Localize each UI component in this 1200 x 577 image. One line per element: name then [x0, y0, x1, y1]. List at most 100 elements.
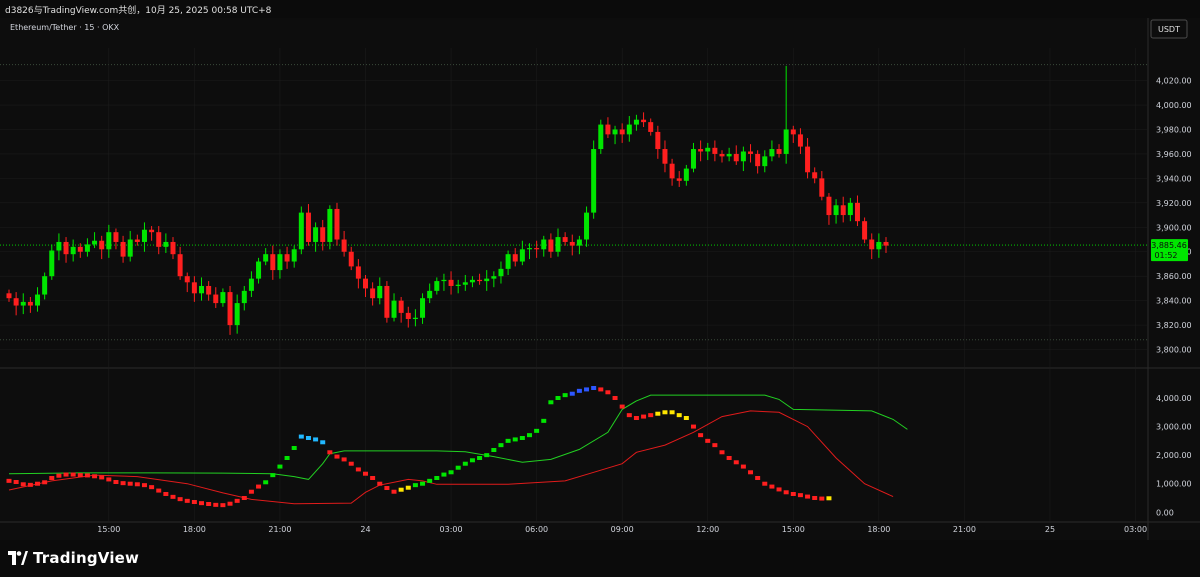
indicator-block — [740, 464, 746, 469]
indicator-block — [441, 472, 447, 477]
candle-body — [719, 153, 725, 157]
candle-body — [355, 266, 361, 279]
candle-body — [370, 288, 376, 299]
indicator-block — [70, 472, 76, 477]
candle-body — [149, 229, 155, 233]
candle-body — [512, 254, 518, 262]
indicator-block — [619, 404, 625, 409]
candle-body — [748, 151, 754, 154]
candle-body — [733, 153, 739, 162]
indicator-block — [84, 473, 90, 478]
time-tick-label: 03:00 — [440, 525, 463, 534]
indicator-block — [391, 489, 397, 494]
indicator-block — [270, 473, 276, 478]
candle-body — [63, 241, 69, 255]
candle-body — [755, 153, 761, 167]
candle-body — [270, 254, 276, 271]
currency-label: USDT — [1158, 25, 1180, 34]
candle-body — [641, 119, 647, 123]
indicator-block — [534, 428, 540, 433]
candle-body — [869, 239, 875, 250]
indicator-block — [826, 496, 832, 501]
indicator-block — [555, 396, 561, 400]
candle-body — [655, 131, 661, 150]
indicator-block — [113, 480, 119, 484]
price-tick-label: 4,000.00 — [1156, 101, 1192, 110]
candle-body — [740, 151, 746, 162]
candle-body — [776, 149, 782, 154]
indicator-block — [377, 481, 383, 486]
candle-body — [291, 249, 297, 262]
candle-body — [591, 149, 597, 213]
indicator-block — [683, 416, 689, 420]
indicator-block — [562, 393, 568, 398]
currency-button[interactable]: USDT — [1150, 19, 1188, 39]
candle-body — [819, 178, 825, 197]
indicator-block — [92, 474, 98, 479]
candle-body — [99, 240, 105, 250]
tradingview-logo[interactable]: TradingView — [8, 549, 139, 567]
indicator-block — [355, 467, 361, 472]
indicator-block — [177, 497, 183, 502]
candle-body — [49, 250, 55, 277]
indicator-block — [163, 492, 169, 496]
indicator-block — [598, 387, 604, 392]
indicator-pane — [6, 386, 908, 508]
candle-body — [35, 294, 41, 306]
indicator-block — [805, 494, 811, 499]
candle-body — [876, 241, 882, 250]
indicator-block — [498, 443, 504, 448]
candle-body — [441, 279, 447, 282]
candle-body — [256, 261, 262, 279]
indicator-block — [298, 434, 304, 439]
candle-body — [584, 212, 590, 240]
indicator-tick-label: 1,000.00 — [1156, 480, 1192, 489]
candle-body — [805, 146, 811, 173]
candle-body — [576, 239, 582, 246]
candle-body — [662, 149, 668, 164]
chart-canvas[interactable]: 3,800.003,820.003,840.003,860.003,880.00… — [0, 18, 1200, 540]
time-tick-label: 24 — [360, 525, 370, 534]
candle-body — [498, 268, 504, 277]
candle-body — [484, 278, 490, 282]
candle-body — [690, 149, 696, 169]
candle-body — [555, 237, 561, 252]
indicator-block — [626, 413, 632, 418]
indicator-block — [569, 391, 575, 396]
indicator-block — [327, 450, 333, 455]
candle-body — [812, 172, 818, 179]
candle-body — [683, 168, 689, 181]
candle-body — [469, 279, 475, 283]
indicator-block — [291, 446, 297, 450]
last-price-label: 3,885.46 01:52 — [1151, 239, 1188, 262]
candle-body — [669, 163, 675, 179]
candle-body — [227, 292, 233, 326]
indicator-block — [477, 456, 483, 460]
symbol-legend[interactable]: Ethereum/Tether · 15 · OKX — [10, 23, 120, 32]
candle-body — [70, 246, 76, 255]
time-tick-label: 12:00 — [696, 525, 719, 534]
time-tick-label: 18:00 — [183, 525, 206, 534]
price-tick-label: 3,840.00 — [1156, 297, 1192, 306]
indicator-block — [762, 481, 768, 486]
time-tick-label: 09:00 — [611, 525, 634, 534]
indicator-block — [519, 436, 525, 440]
time-tick-label: 03:00 — [1124, 525, 1147, 534]
tradingview-logo-icon — [8, 551, 28, 565]
indicator-block — [812, 496, 818, 500]
candle-body — [77, 246, 83, 252]
time-tick-label: 06:00 — [525, 525, 548, 534]
price-tick-label: 3,940.00 — [1156, 174, 1192, 183]
candle-body — [127, 239, 133, 257]
candle-body — [327, 208, 333, 242]
indicator-block — [35, 481, 41, 486]
indicator-block — [541, 418, 547, 423]
candle-body — [477, 279, 483, 282]
indicator-block — [790, 492, 796, 496]
indicator-block — [584, 387, 590, 392]
indicator-block — [648, 413, 654, 418]
indicator-block — [199, 501, 205, 506]
candle-body — [156, 232, 162, 247]
candle-body — [676, 178, 682, 181]
indicator-block — [769, 484, 775, 489]
